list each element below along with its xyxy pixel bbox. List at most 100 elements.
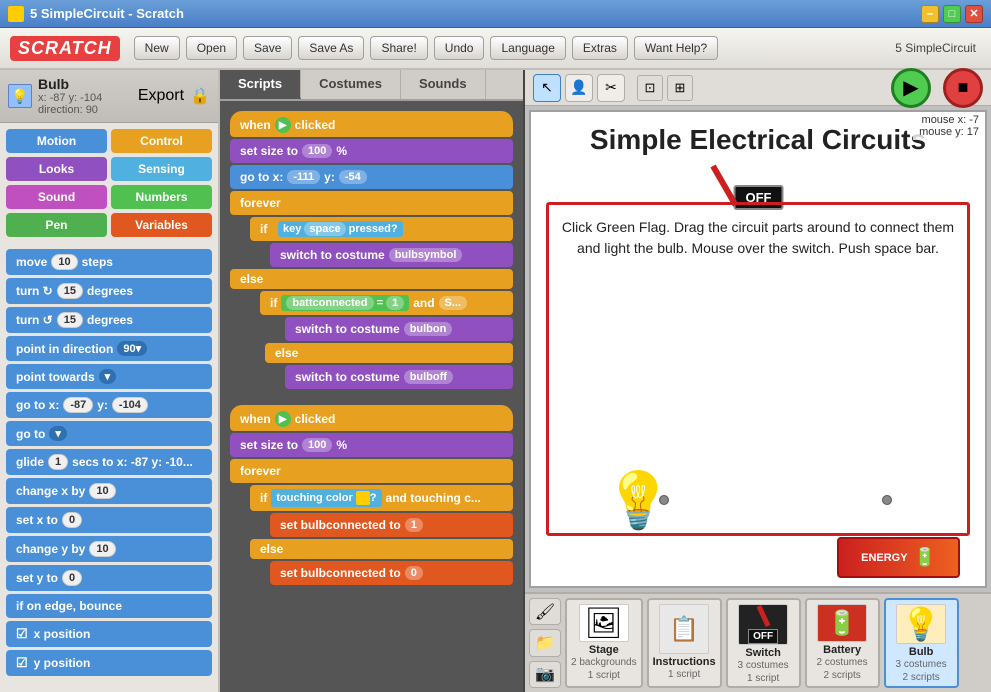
goto-xy-block-1[interactable]: go to x: -111 y: -54 [230,165,513,189]
sprite-info-battery: 2 costumes2 scripts [817,656,868,682]
else-block-1: else [230,269,513,289]
sprite-header: 💡 Bulb x: -87 y: -104 direction: 90 Expo… [0,70,218,123]
block-goto[interactable]: go to ▾ [6,421,212,446]
category-sensing[interactable]: Sensing [111,157,212,181]
block-x-position[interactable]: ☑ x position [6,621,212,647]
battery-label: ENERGY [861,552,907,564]
new-button[interactable]: New [134,36,180,60]
tab-sounds[interactable]: Sounds [401,70,486,99]
switch-costume-bulbon[interactable]: switch to costume bulbon [285,317,513,341]
stage-size-icons: ⊡ ⊞ [637,75,693,101]
block-turn-cw[interactable]: turn ↻ 15 degrees [6,278,212,304]
open-button[interactable]: Open [186,36,237,60]
forever-block-1[interactable]: forever [230,191,513,215]
block-edge-bounce[interactable]: if on edge, bounce [6,594,212,618]
category-control[interactable]: Control [111,129,212,153]
block-move[interactable]: move 10 steps [6,249,212,275]
sprite-name-battery: Battery [823,644,861,656]
category-looks[interactable]: Looks [6,157,107,181]
sprite-info-switch: 3 costumes1 script [738,659,789,685]
app-icon [8,6,24,22]
folder-sprite-button[interactable]: 📁 [529,629,561,656]
stop-button[interactable]: ■ [943,68,983,108]
sprite-name-instructions: Instructions [653,656,716,668]
if-battconnected[interactable]: if battconnected = 1 and S... [260,291,513,315]
right-panel: ↖ 👤 ✂ ⊡ ⊞ ▶ ■ Simple Electrical Circuits… [525,70,991,692]
when-clicked-hat-1[interactable]: when ▶ clicked [230,111,513,137]
save-button[interactable]: Save [243,36,292,60]
block-glide[interactable]: glide 1 secs to x: -87 y: -10... [6,449,212,475]
category-motion[interactable]: Motion [6,129,107,153]
export-button[interactable]: Export [138,87,184,105]
sprite-info-panel: Bulb x: -87 y: -104 direction: 90 [38,76,132,116]
window-controls: – □ ✕ [921,5,983,23]
sprite-card-battery[interactable]: 🔋 Battery 2 costumes2 scripts [805,598,880,688]
sprite-name-stage: Stage [589,644,619,656]
if-block-key[interactable]: if key space pressed? [250,217,513,241]
set-size-block-1[interactable]: set size to 100 % [230,139,513,163]
title-bar: 5 SimpleCircuit - Scratch – □ ✕ [0,0,991,28]
block-set-x[interactable]: set x to 0 [6,507,212,533]
sprite-card-stage[interactable]: 🖼 Stage 2 backgrounds1 script [565,598,643,688]
project-name: 5 SimpleCircuit [895,41,976,55]
sprite-thumb-bulb: 💡 [896,604,946,644]
scratch-logo: SCRATCH [10,36,120,61]
block-turn-ccw[interactable]: turn ↺ 15 degrees [6,307,212,333]
close-button[interactable]: ✕ [965,5,983,23]
block-point-direction[interactable]: point in direction 90▾ [6,336,212,361]
script-tabs: Scripts Costumes Sounds [220,70,523,101]
block-goto-xy[interactable]: go to x: -87 y: -104 [6,392,212,418]
battery-sprite: ENERGY 🔋 [837,537,960,578]
category-numbers[interactable]: Numbers [111,185,212,209]
sprite-thumb-instructions: 📋 [659,604,709,654]
switch-costume-bulbsymbol[interactable]: switch to costume bulbsymbol [270,243,513,267]
sprite-thumbnail: 💡 [8,84,32,108]
tab-scripts[interactable]: Scripts [220,70,301,99]
category-pen[interactable]: Pen [6,213,107,237]
camera-sprite-button[interactable]: 📷 [529,661,561,688]
save-as-button[interactable]: Save As [298,36,364,60]
circuit-dot-1 [659,495,669,505]
share-button[interactable]: Share! [370,36,427,60]
sprite-card-switch[interactable]: OFF Switch 3 costumes1 script [726,598,801,688]
category-sound[interactable]: Sound [6,185,107,209]
set-size-block-2[interactable]: set size to 100 % [230,433,513,457]
forever-block-2[interactable]: forever [230,459,513,483]
set-bulbconnected-0[interactable]: set bulbconnected to 0 [270,561,513,585]
person-tool[interactable]: 👤 [565,74,593,102]
circuit-border: Click Green Flag. Drag the circuit parts… [546,202,970,536]
paint-sprite-button[interactable]: 🖌 [529,598,561,625]
sprite-name-bulb: Bulb [909,646,933,658]
sprite-card-instructions[interactable]: 📋 Instructions 1 script [647,598,722,688]
stage-expand-icon[interactable]: ⊞ [667,75,693,101]
sprite-card-bulb[interactable]: 💡 Bulb 3 costumes2 scripts [884,598,959,688]
go-button[interactable]: ▶ [891,68,931,108]
stage-area[interactable]: Simple Electrical Circuits OFF Click Gre… [529,110,987,588]
stamp-tool[interactable]: ✂ [597,74,625,102]
sprite-info-bulb: 3 costumes2 scripts [896,658,947,684]
maximize-button[interactable]: □ [943,5,961,23]
extras-button[interactable]: Extras [572,36,628,60]
category-variables[interactable]: Variables [111,213,212,237]
block-y-position[interactable]: ☑ y position [6,650,212,676]
set-bulbconnected-1[interactable]: set bulbconnected to 1 [270,513,513,537]
switch-costume-bulboff[interactable]: switch to costume bulboff [285,365,513,389]
language-button[interactable]: Language [490,36,565,60]
minimize-button[interactable]: – [921,5,939,23]
when-clicked-hat-2[interactable]: when ▶ clicked [230,405,513,431]
block-change-y[interactable]: change y by 10 [6,536,212,562]
block-change-x[interactable]: change x by 10 [6,478,212,504]
block-set-y[interactable]: set y to 0 [6,565,212,591]
if-touching-color[interactable]: if touching color ? and touching c... [250,485,513,511]
block-point-towards[interactable]: point towards ▾ [6,364,212,389]
help-button[interactable]: Want Help? [634,36,718,60]
sprite-name: Bulb [38,76,132,92]
tab-costumes[interactable]: Costumes [301,70,401,99]
stage-shrink-icon[interactable]: ⊡ [637,75,663,101]
blocks-list: move 10 steps turn ↻ 15 degrees turn ↺ 1… [0,243,218,692]
circuit-dot-2 [882,495,892,505]
scripts-area[interactable]: when ▶ clicked set size to 100 % go to x… [220,101,523,692]
select-tool[interactable]: ↖ [533,74,561,102]
undo-button[interactable]: Undo [434,36,485,60]
mouse-x: mouse x: -7 [919,114,979,126]
